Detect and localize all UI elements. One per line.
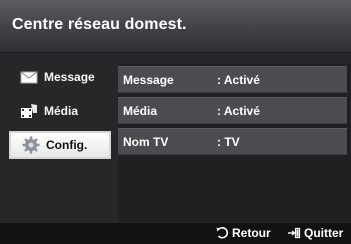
tv-screen: Centre réseau domest. Message Média Conf… [0, 0, 351, 244]
exit-label: Quitter [304, 226, 344, 240]
network-center-panel: Centre réseau domest. Message Média Conf… [0, 0, 351, 244]
page-title: Centre réseau domest. [12, 16, 187, 33]
sidebar-item-media[interactable]: Média [9, 97, 111, 125]
setting-value: : Activé [217, 73, 260, 87]
sidebar-item-config[interactable]: Config. [9, 131, 111, 159]
media-film-icon [19, 101, 39, 121]
setting-label: Média [123, 104, 158, 118]
sidebar: Message Média Config. [9, 63, 111, 223]
return-arrow-icon [215, 226, 229, 240]
sidebar-item-message[interactable]: Message [9, 63, 111, 91]
setting-row-media[interactable]: Média : Activé [118, 97, 347, 124]
sidebar-item-label: Média [44, 104, 79, 118]
return-button[interactable]: Retour [215, 226, 271, 240]
setting-value: : Activé [217, 104, 260, 118]
return-label: Retour [232, 226, 271, 240]
exit-button[interactable]: Quitter [287, 226, 343, 240]
setting-label: Message [123, 73, 174, 87]
sidebar-item-label: Message [44, 70, 95, 84]
settings-list: Message : Activé Média : Activé Nom TV :… [118, 64, 351, 222]
setting-row-message[interactable]: Message : Activé [118, 66, 347, 93]
sidebar-item-label: Config. [46, 138, 88, 152]
setting-row-tv-name[interactable]: Nom TV : TV [118, 128, 347, 155]
panel-header: Centre réseau domest. [0, 0, 351, 53]
footer-bar: Retour Quitter [0, 223, 351, 244]
setting-label: Nom TV [123, 135, 169, 149]
gear-icon [21, 135, 41, 155]
envelope-icon [19, 67, 39, 87]
exit-icon [287, 226, 301, 240]
setting-value: : TV [217, 135, 240, 149]
